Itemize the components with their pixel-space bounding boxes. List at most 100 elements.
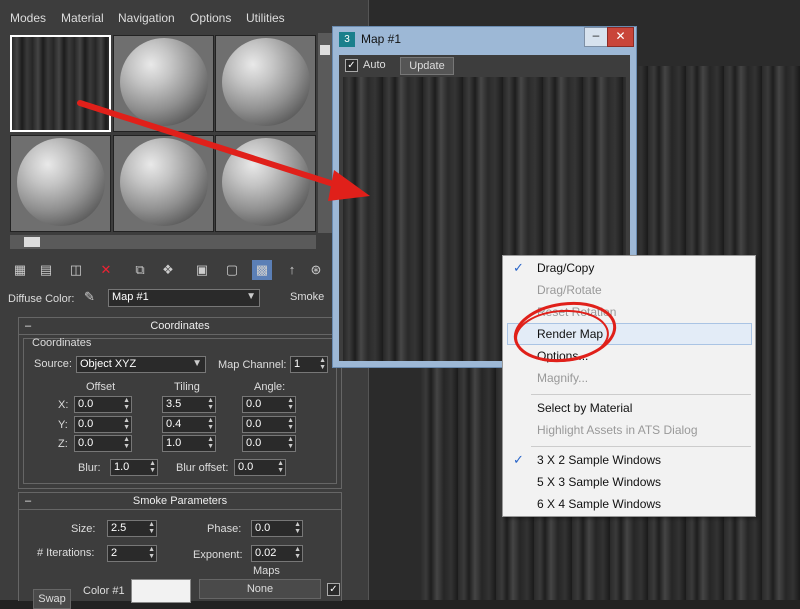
offset-z-value: 0.0 <box>78 437 94 449</box>
menu-item-highlight-assets[interactable]: Highlight Assets in ATS Dialog <box>537 423 698 437</box>
menu-item-select-by-material[interactable]: Select by Material <box>537 401 632 415</box>
color1-swatch[interactable] <box>131 579 191 603</box>
spinner-arrows-icon[interactable]: ▲ ▼ <box>207 397 214 411</box>
minimize-icon: – <box>592 28 600 42</box>
spinner-arrows-icon[interactable]: ▲ ▼ <box>319 357 326 371</box>
menu-utilities[interactable]: Utilities <box>246 11 285 25</box>
make-unique-icon[interactable]: ❖ <box>158 260 178 280</box>
put-to-library-icon[interactable]: ▣ <box>192 260 212 280</box>
angle-header: Angle: <box>254 381 286 393</box>
angle-x-field[interactable]: 0.0 ▲ ▼ <box>242 396 296 413</box>
tiling-x-field[interactable]: 3.5 ▲ ▼ <box>162 396 216 413</box>
slots-horizontal-scrollbar[interactable] <box>10 235 316 249</box>
spinner-arrows-icon[interactable]: ▲ ▼ <box>294 546 301 560</box>
menu-item-drag-copy[interactable]: Drag/Copy <box>537 261 594 275</box>
sample-slot-5[interactable] <box>113 135 214 232</box>
tiling-x-value: 3.5 <box>166 398 182 410</box>
menu-material[interactable]: Material <box>61 11 104 25</box>
sphere-preview <box>17 138 105 226</box>
go-forward-icon[interactable]: ⊛ <box>306 260 326 280</box>
scroll-thumb[interactable] <box>320 45 330 55</box>
offset-z-field[interactable]: 0.0 ▲ ▼ <box>74 435 132 452</box>
assign-material-icon[interactable]: ◫ <box>66 260 86 280</box>
update-button[interactable]: Update <box>400 57 454 75</box>
size-field[interactable]: 2.5 ▲ ▼ <box>107 520 157 537</box>
close-button[interactable]: ✕ <box>607 27 634 47</box>
phase-field[interactable]: 0.0 ▲ ▼ <box>251 520 303 537</box>
show-map-icon[interactable]: ▩ <box>252 260 272 280</box>
menu-item-5x3-sample-windows[interactable]: 5 X 3 Sample Windows <box>537 475 661 489</box>
menu-item-options[interactable]: Options... <box>537 349 588 363</box>
menu-options[interactable]: Options <box>190 11 231 25</box>
menu-item-3x2-sample-windows[interactable]: 3 X 2 Sample Windows <box>537 453 661 467</box>
blur-offset-value: 0.0 <box>238 461 254 473</box>
menu-item-6x4-sample-windows[interactable]: 6 X 4 Sample Windows <box>537 497 661 511</box>
app-logo-icon: 3 <box>339 32 355 47</box>
spinner-arrows-icon[interactable]: ▲ ▼ <box>123 417 130 431</box>
angle-z-field[interactable]: 0.0 ▲ ▼ <box>242 435 296 452</box>
spinner-arrows-icon[interactable]: ▲ ▼ <box>123 397 130 411</box>
sample-slot-1[interactable] <box>10 35 111 132</box>
menu-item-magnify[interactable]: Magnify... <box>537 371 588 385</box>
sphere-preview <box>120 138 208 226</box>
blur-offset-field[interactable]: 0.0 ▲ ▼ <box>234 459 286 476</box>
sample-slot-4[interactable] <box>10 135 111 232</box>
material-id-icon[interactable]: ▢ <box>222 260 242 280</box>
spinner-arrows-icon[interactable]: ▲ ▼ <box>123 436 130 450</box>
offset-x-value: 0.0 <box>78 398 94 410</box>
swap-button[interactable]: Swap <box>33 589 71 609</box>
menu-item-render-map[interactable]: Render Map <box>537 327 603 341</box>
minimize-button[interactable]: – <box>584 27 608 47</box>
color1-map-button[interactable]: None <box>199 579 321 599</box>
exponent-field[interactable]: 0.02 ▲ ▼ <box>251 545 303 562</box>
menu-modes[interactable]: Modes <box>10 11 46 25</box>
get-material-icon[interactable]: ▦ <box>10 260 30 280</box>
spinner-arrows-icon[interactable]: ▲ ▼ <box>287 397 294 411</box>
offset-y-field[interactable]: 0.0 ▲ ▼ <box>74 416 132 433</box>
put-to-scene-icon[interactable]: ▤ <box>36 260 56 280</box>
source-label: Source: <box>34 358 72 370</box>
angle-y-field[interactable]: 0.0 ▲ ▼ <box>242 416 296 433</box>
scroll-thumb[interactable] <box>24 237 40 247</box>
copy-material-icon[interactable]: ⧉ <box>130 260 150 280</box>
blur-field[interactable]: 1.0 ▲ ▼ <box>110 459 158 476</box>
spinner-arrows-icon[interactable]: ▲ ▼ <box>207 436 214 450</box>
menu-item-reset-rotation[interactable]: Reset Rotation <box>537 305 616 319</box>
spinner-arrows-icon[interactable]: ▲ ▼ <box>148 546 155 560</box>
menu-navigation[interactable]: Navigation <box>118 11 175 25</box>
angle-y-value: 0.0 <box>246 418 262 430</box>
material-editor: Modes Material Navigation Options Utilit… <box>0 0 369 609</box>
spinner-arrows-icon[interactable]: ▲ ▼ <box>149 460 156 474</box>
spinner-arrows-icon[interactable]: ▲ ▼ <box>287 417 294 431</box>
map-channel-field[interactable]: 1 ▲ ▼ <box>290 356 328 373</box>
tiling-z-field[interactable]: 1.0 ▲ ▼ <box>162 435 216 452</box>
spinner-arrows-icon[interactable]: ▲ ▼ <box>287 436 294 450</box>
sample-slot-2[interactable] <box>113 35 214 132</box>
tiling-y-field[interactable]: 0.4 ▲ ▼ <box>162 416 216 433</box>
slots-vertical-scrollbar[interactable] <box>318 33 332 233</box>
sample-slot-6[interactable] <box>215 135 316 232</box>
source-dropdown[interactable]: Object XYZ ▼ <box>76 356 206 373</box>
color1-map-checkbox[interactable]: ✓ <box>327 583 340 596</box>
delete-icon[interactable]: ✕ <box>96 260 116 280</box>
check-icon: ✓ <box>513 452 524 467</box>
map-type-button[interactable]: Smoke <box>290 291 324 303</box>
go-to-parent-icon[interactable]: ↑ <box>282 260 302 280</box>
blur-label: Blur: <box>78 462 101 474</box>
eyedropper-icon[interactable]: ✎ <box>84 289 102 305</box>
sample-slot-3[interactable] <box>215 35 316 132</box>
spinner-arrows-icon[interactable]: ▲ ▼ <box>148 521 155 535</box>
spinner-arrows-icon[interactable]: ▲ ▼ <box>277 460 284 474</box>
spinner-arrows-icon[interactable]: ▲ ▼ <box>207 417 214 431</box>
map-name-dropdown[interactable]: Map #1 ▼ <box>108 289 260 307</box>
spinner-arrows-icon[interactable]: ▲ ▼ <box>294 521 301 535</box>
collapse-icon[interactable]: – <box>25 493 31 509</box>
smoke-rollout-header[interactable]: – Smoke Parameters <box>19 493 341 510</box>
iterations-field[interactable]: 2 ▲ ▼ <box>107 545 157 562</box>
auto-checkbox[interactable]: ✓ <box>345 59 358 72</box>
coordinates-rollout-header[interactable]: – Coordinates <box>19 318 341 335</box>
chevron-down-icon: ▼ <box>192 358 202 369</box>
collapse-icon[interactable]: – <box>25 318 31 334</box>
menu-item-drag-rotate[interactable]: Drag/Rotate <box>537 283 602 297</box>
offset-x-field[interactable]: 0.0 ▲ ▼ <box>74 396 132 413</box>
